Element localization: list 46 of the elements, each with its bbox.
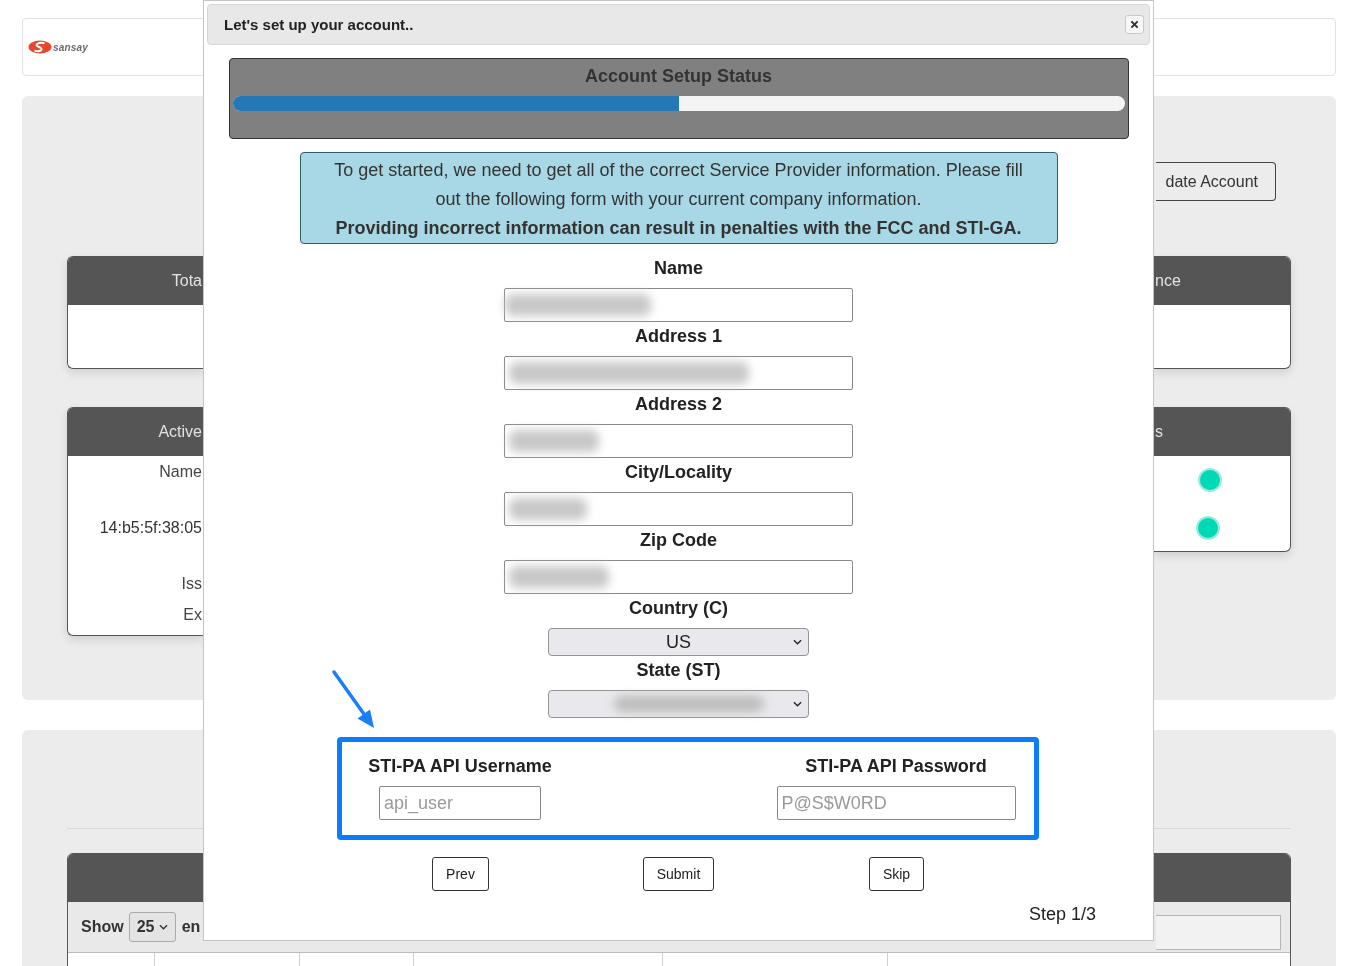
input-field[interactable] [504,356,853,390]
input-field[interactable] [504,492,853,526]
step-button[interactable]: Skip [868,857,925,891]
input-field[interactable]: api_user [379,786,541,820]
field-label: STI-PA API Username [368,755,552,778]
step-button[interactable]: Submit [642,857,715,891]
notice-warning: Providing incorrect information can result in penalties with the FCC and STI-GA. [334,217,1023,240]
detail-text: Iss [180,574,202,594]
page-size-select[interactable]: 25 [128,912,176,942]
field-label: City/Locality [625,461,732,484]
close-icon [1130,20,1139,29]
input-field[interactable] [504,560,853,594]
select-field[interactable] [548,690,809,718]
logo-swoosh-icon [28,40,52,54]
brand-name: sansay [53,41,89,53]
input-field[interactable] [504,424,853,458]
card-title: s [1155,423,1163,441]
status-title: Account Setup Status [584,65,773,88]
select-field[interactable]: US [548,628,809,656]
entries-label: en [181,918,201,936]
input-field[interactable] [504,288,853,322]
step-button[interactable]: Prev [432,857,489,891]
card-title: nce [1155,272,1181,290]
notice-text: To get started, we need to get all of the correct Service Provider information. Please fill out the following form with your current company information. [333,159,1024,211]
detail-text: Name [158,462,202,482]
update-account-button[interactable]: date Account [1156,162,1276,201]
field-label: STI-PA API Password [805,755,987,778]
step-indicator: Step 1/3 [1028,903,1096,925]
chevron-down-icon [793,701,802,707]
field-label: Address 1 [634,325,722,348]
show-label: Show [81,918,124,936]
input-field[interactable]: P@S$W0RD [776,786,1016,820]
field-label: State (ST) [636,659,721,682]
field-label: Name [654,257,703,280]
dialog-title: Let's set up your account.. [224,16,414,33]
field-label: Address 2 [634,393,722,416]
card-title: Active [158,423,202,441]
detail-text: 14:b5:5f:38:05 [98,518,202,538]
card-title: Tota [171,272,202,290]
chevron-down-icon [159,924,169,930]
close-button[interactable] [1125,15,1144,34]
search-field[interactable] [1156,914,1281,950]
field-label: Country (C) [629,597,728,620]
chevron-down-icon [793,639,802,645]
field-label: Zip Code [640,529,717,552]
detail-text: Ex [182,605,202,625]
